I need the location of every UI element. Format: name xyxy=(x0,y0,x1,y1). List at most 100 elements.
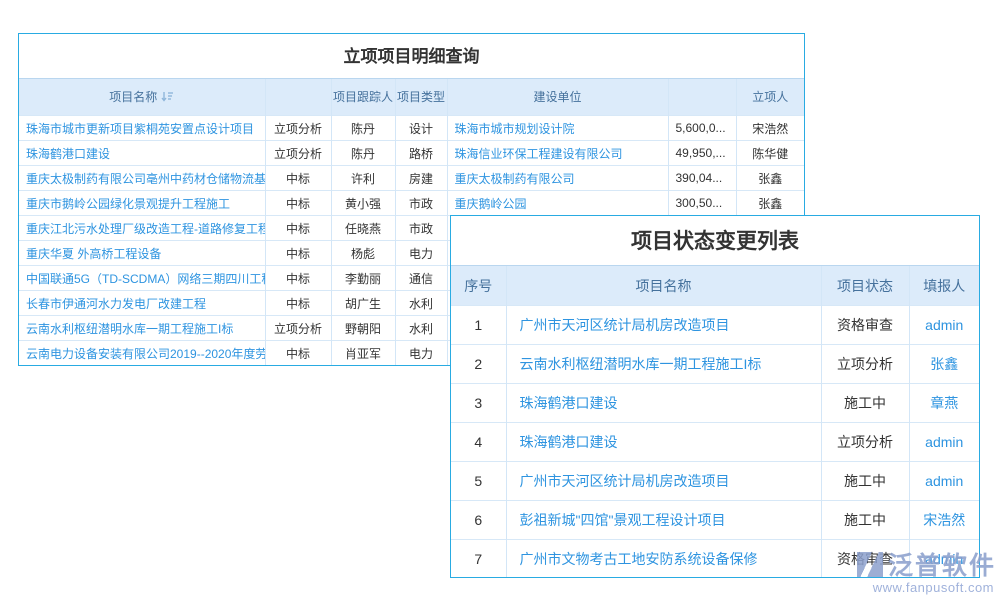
table-row: 1广州市天河区统计局机房改造项目资格审查admin xyxy=(451,306,979,345)
project-name-cell[interactable]: 中国联通5G（TD-SCDMA）网络三期四川工程 xyxy=(19,266,265,291)
column-header-status: 项目状态 xyxy=(821,266,909,306)
project-name-cell[interactable]: 重庆华夏 外高桥工程设备 xyxy=(19,241,265,266)
amount-cell: 49,950,... xyxy=(668,141,736,166)
construction-unit-cell[interactable]: 珠海信业环保工程建设有限公司 xyxy=(447,141,668,166)
status-change-panel: 项目状态变更列表 序号 项目名称 项目状态 填报人 1广州市天河区统计局机房改造… xyxy=(450,215,980,578)
project-type-cell: 市政 xyxy=(395,216,447,241)
project-name-cell[interactable]: 珠海市城市更新项目紫桐苑安置点设计项目 xyxy=(19,116,265,141)
project-name-cell[interactable]: 重庆江北污水处理厂级改造工程-道路修复工程 xyxy=(19,216,265,241)
amount-cell: 390,04... xyxy=(668,166,736,191)
project-status-cell: 施工中 xyxy=(821,384,909,423)
sort-icon[interactable] xyxy=(161,91,174,102)
table-row: 6彭祖新城"四馆"景观工程设计项目施工中宋浩然 xyxy=(451,501,979,540)
project-name-cell[interactable]: 长春市伊通河水力发电厂改建工程 xyxy=(19,291,265,316)
project-status-cell: 中标 xyxy=(265,216,331,241)
reporter-cell[interactable]: admin xyxy=(909,306,979,345)
watermark-url: www.fanpusoft.com xyxy=(770,580,1000,595)
project-name-cell[interactable]: 珠海鹤港口建设 xyxy=(506,384,821,423)
project-status-cell: 立项分析 xyxy=(821,423,909,462)
project-type-cell: 通信 xyxy=(395,266,447,291)
project-name-cell[interactable]: 彭祖新城"四馆"景观工程设计项目 xyxy=(506,501,821,540)
column-header-amount xyxy=(668,79,736,116)
amount-cell: 5,600,0... xyxy=(668,116,736,141)
project-status-cell: 中标 xyxy=(265,266,331,291)
project-tracker-cell: 杨彪 xyxy=(331,241,395,266)
table-row: 7广州市文物考古工地安防系统设备保修资格审查admin xyxy=(451,540,979,579)
row-number-cell: 5 xyxy=(451,462,506,501)
project-name-cell[interactable]: 云南水利枢纽潜明水库一期工程施工I标 xyxy=(19,316,265,341)
project-name-cell[interactable]: 广州市天河区统计局机房改造项目 xyxy=(506,306,821,345)
status-table: 序号 项目名称 项目状态 填报人 1广州市天河区统计局机房改造项目资格审查adm… xyxy=(451,265,979,578)
column-header-unit: 建设单位 xyxy=(447,79,668,116)
table-row: 珠海鹤港口建设立项分析陈丹路桥珠海信业环保工程建设有限公司49,950,...陈… xyxy=(19,141,804,166)
header-row: 序号 项目名称 项目状态 填报人 xyxy=(451,266,979,306)
column-header-blank xyxy=(265,79,331,116)
reporter-cell[interactable]: admin xyxy=(909,540,979,579)
project-name-cell[interactable]: 云南电力设备安装有限公司2019--2020年度劳务 xyxy=(19,341,265,366)
project-status-cell: 立项分析 xyxy=(821,345,909,384)
row-number-cell: 4 xyxy=(451,423,506,462)
project-type-cell: 市政 xyxy=(395,191,447,216)
project-type-cell: 房建 xyxy=(395,166,447,191)
project-tracker-cell: 任晓燕 xyxy=(331,216,395,241)
project-tracker-cell: 陈丹 xyxy=(331,141,395,166)
project-name-cell[interactable]: 珠海鹤港口建设 xyxy=(19,141,265,166)
project-type-cell: 水利 xyxy=(395,316,447,341)
row-number-cell: 1 xyxy=(451,306,506,345)
reporter-cell[interactable]: 宋浩然 xyxy=(909,501,979,540)
project-status-cell: 资格审查 xyxy=(821,306,909,345)
column-header-project-name: 项目名称 xyxy=(506,266,821,306)
project-tracker-cell: 肖亚军 xyxy=(331,341,395,366)
status-table-body: 1广州市天河区统计局机房改造项目资格审查admin2云南水利枢纽潜明水库一期工程… xyxy=(451,306,979,579)
status-panel-title: 项目状态变更列表 xyxy=(451,216,979,265)
column-header-project-name[interactable]: 项目名称 xyxy=(19,79,265,116)
project-type-cell: 设计 xyxy=(395,116,447,141)
creator-cell: 宋浩然 xyxy=(736,116,804,141)
amount-cell: 300,50... xyxy=(668,191,736,216)
reporter-cell[interactable]: 张鑫 xyxy=(909,345,979,384)
reporter-cell[interactable]: admin xyxy=(909,423,979,462)
project-name-cell[interactable]: 珠海鹤港口建设 xyxy=(506,423,821,462)
column-header-no: 序号 xyxy=(451,266,506,306)
table-row: 4珠海鹤港口建设立项分析admin xyxy=(451,423,979,462)
project-status-cell: 立项分析 xyxy=(265,116,331,141)
project-name-cell[interactable]: 广州市天河区统计局机房改造项目 xyxy=(506,462,821,501)
project-name-cell[interactable]: 重庆市鹅岭公园绿化景观提升工程施工 xyxy=(19,191,265,216)
row-number-cell: 6 xyxy=(451,501,506,540)
reporter-cell[interactable]: admin xyxy=(909,462,979,501)
project-tracker-cell: 胡广生 xyxy=(331,291,395,316)
project-type-cell: 电力 xyxy=(395,341,447,366)
reporter-cell[interactable]: 章燕 xyxy=(909,384,979,423)
creator-cell: 陈华健 xyxy=(736,141,804,166)
construction-unit-cell[interactable]: 重庆太极制药有限公司 xyxy=(447,166,668,191)
project-tracker-cell: 陈丹 xyxy=(331,116,395,141)
status-table-header: 序号 项目名称 项目状态 填报人 xyxy=(451,266,979,306)
detail-panel-title: 立项项目明细查询 xyxy=(19,34,804,78)
construction-unit-cell[interactable]: 重庆鹅岭公园 xyxy=(447,191,668,216)
project-tracker-cell: 李勤丽 xyxy=(331,266,395,291)
project-name-cell[interactable]: 重庆太极制药有限公司亳州中药材仓储物流基地 xyxy=(19,166,265,191)
column-header-label: 项目名称 xyxy=(109,90,157,104)
column-header-type: 项目类型 xyxy=(395,79,447,116)
construction-unit-cell[interactable]: 珠海市城市规划设计院 xyxy=(447,116,668,141)
project-type-cell: 水利 xyxy=(395,291,447,316)
project-name-cell[interactable]: 云南水利枢纽潜明水库一期工程施工I标 xyxy=(506,345,821,384)
project-tracker-cell: 野朝阳 xyxy=(331,316,395,341)
creator-cell: 张鑫 xyxy=(736,166,804,191)
table-row: 3珠海鹤港口建设施工中章燕 xyxy=(451,384,979,423)
project-name-cell[interactable]: 广州市文物考古工地安防系统设备保修 xyxy=(506,540,821,579)
creator-cell: 张鑫 xyxy=(736,191,804,216)
column-header-creator: 立项人 xyxy=(736,79,804,116)
project-type-cell: 路桥 xyxy=(395,141,447,166)
detail-table-header: 项目名称 项目跟踪人 项目类型 建设单位 立项人 xyxy=(19,79,804,116)
project-status-cell: 资格审查 xyxy=(821,540,909,579)
project-type-cell: 电力 xyxy=(395,241,447,266)
project-tracker-cell: 许利 xyxy=(331,166,395,191)
row-number-cell: 3 xyxy=(451,384,506,423)
table-row: 2云南水利枢纽潜明水库一期工程施工I标立项分析张鑫 xyxy=(451,345,979,384)
project-status-cell: 中标 xyxy=(265,191,331,216)
project-tracker-cell: 黄小强 xyxy=(331,191,395,216)
row-number-cell: 7 xyxy=(451,540,506,579)
project-status-cell: 施工中 xyxy=(821,501,909,540)
project-status-cell: 立项分析 xyxy=(265,141,331,166)
